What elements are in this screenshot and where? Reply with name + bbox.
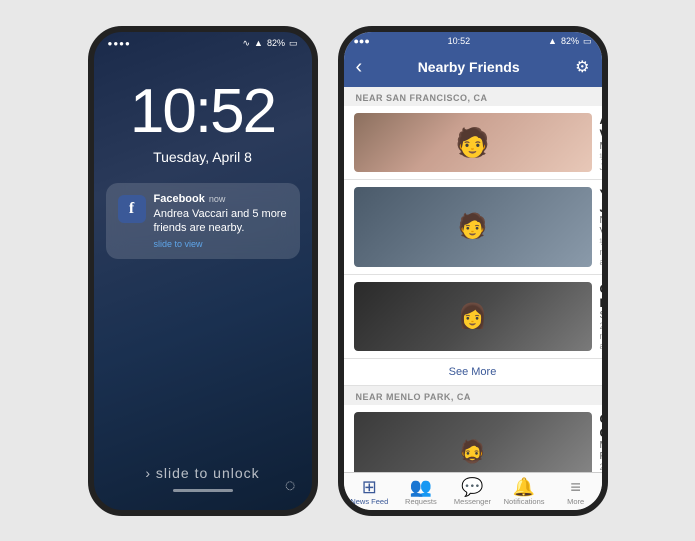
friend-location-grace: SoMa [600, 310, 602, 321]
signal-dots: ●●● [354, 36, 370, 46]
facebook-f-letter: f [129, 200, 134, 218]
avatar-andrea: 🧑 [354, 113, 592, 172]
nearby-friends-phone: ●●● 10:52 ▲ 82% ▭ ‹ Nearby Friends ⚙ NEA… [338, 26, 608, 516]
notifications-icon: 🔔 [513, 478, 535, 496]
friend-row-yuntao[interactable]: 🧑 Yuntao Jia Noe Valley ½ mi · 2 minutes… [344, 180, 602, 275]
nearby-content: NEAR SAN FRANCISCO, CA 🧑 Andrea Vaccari … [344, 87, 602, 472]
avatar-gabriel: 🧔 [354, 412, 592, 472]
friend-row-andrea[interactable]: 🧑 Andrea Vaccari Mission ½ mi · Just now… [344, 106, 602, 180]
notification-card[interactable]: f Facebook now Andrea Vaccari and 5 more… [106, 183, 300, 260]
tab-notifications[interactable]: 🔔 Notifications [498, 473, 550, 510]
tab-more[interactable]: ≡ More [550, 473, 602, 510]
messenger-icon: 💬 [461, 478, 483, 496]
tab-bar: ⊞ News Feed 👥 Requests 💬 Messenger 🔔 Not… [344, 472, 602, 510]
back-button[interactable]: ‹ [356, 56, 363, 79]
notification-slide-to-view[interactable]: slide to view [154, 239, 288, 249]
battery-label: 82% [561, 36, 579, 46]
requests-icon: 👥 [410, 478, 432, 496]
battery-icon: ▭ [583, 36, 592, 47]
friend-distance-gabriel: 26 mi · 2 minutes ago [600, 462, 602, 472]
lock-bottom-area: › slide to unlock [94, 465, 312, 510]
avatar-img-gabriel: 🧔 [459, 439, 486, 465]
facebook-app-icon: f [118, 195, 146, 223]
wifi-icon: ∿ [243, 38, 251, 49]
avatar-img-grace: 👩 [458, 302, 488, 331]
tab-notifications-label: Notifications [504, 497, 545, 506]
friend-distance-grace: 2 mi · 5 minutes ago [600, 321, 602, 351]
battery-icon: ▭ [289, 38, 298, 49]
section-label-menlo: NEAR MENLO PARK, CA [344, 386, 602, 405]
avatar-img-andrea: 🧑 [455, 126, 490, 159]
location-arrow-icon: ▲ [548, 36, 557, 46]
friend-location-andrea: Mission [600, 141, 602, 152]
news-feed-icon: ⊞ [362, 478, 377, 496]
camera-icon[interactable]: ◌ [285, 475, 296, 496]
more-icon: ≡ [570, 478, 581, 496]
fb-status-bar: ●●● 10:52 ▲ 82% ▭ [344, 32, 602, 50]
lock-indicator-bar [173, 489, 233, 492]
lock-screen-phone: ●●●● ∿ ▲ 82% ▭ 10:52 Tuesday, April 8 f … [88, 26, 318, 516]
tab-requests[interactable]: 👥 Requests [395, 473, 447, 510]
slide-to-unlock[interactable]: › slide to unlock [145, 465, 259, 481]
lock-date: Tuesday, April 8 [94, 149, 312, 165]
signal-dots: ●●●● [108, 39, 131, 48]
settings-gear-icon[interactable]: ⚙ [575, 57, 589, 77]
battery-text: 82% [267, 38, 285, 48]
tab-news-feed[interactable]: ⊞ News Feed [344, 473, 396, 510]
tab-news-feed-label: News Feed [350, 497, 388, 506]
notification-body: Andrea Vaccari and 5 more friends are ne… [154, 207, 288, 237]
avatar-yuntao: 🧑 [354, 187, 592, 267]
nav-bar: ‹ Nearby Friends ⚙ [344, 50, 602, 87]
section-label-sf: NEAR SAN FRANCISCO, CA [344, 87, 602, 106]
lock-status-bar: ●●●● ∿ ▲ 82% ▭ [94, 32, 312, 51]
nav-title: Nearby Friends [418, 59, 520, 75]
friend-distance-andrea: ½ mi · Just now [600, 152, 602, 172]
friend-info-gabriel: Gabriel Grise Menlo Park, CA 26 mi · 2 m… [600, 412, 602, 472]
friend-info-yuntao: Yuntao Jia Noe Valley ½ mi · 2 minutes a… [600, 187, 602, 267]
lock-time: 10:52 [94, 81, 312, 143]
notification-app-name: Facebook [154, 193, 205, 205]
avatar-img-yuntao: 🧑 [458, 212, 488, 241]
friend-row-grace[interactable]: 👩 Grace Ko SoMa 2 mi · 5 minutes ago ▲ [344, 275, 602, 359]
friend-location-gabriel: Menlo Park, CA [600, 440, 602, 462]
friend-info-andrea: Andrea Vaccari Mission ½ mi · Just now [600, 113, 602, 172]
status-time: 10:52 [448, 36, 471, 46]
friend-name-grace: Grace Ko [600, 282, 602, 310]
friend-info-grace: Grace Ko SoMa 2 mi · 5 minutes ago [600, 282, 602, 351]
friend-row-gabriel[interactable]: 🧔 Gabriel Grise Menlo Park, CA 26 mi · 2… [344, 405, 602, 472]
friend-name-andrea: Andrea Vaccari [600, 113, 602, 141]
see-more-button[interactable]: See More [344, 359, 602, 386]
status-icons-right: ▲ 82% ▭ [548, 36, 591, 47]
tab-messenger[interactable]: 💬 Messenger [447, 473, 499, 510]
notification-time: now [209, 194, 226, 204]
friend-name-yuntao: Yuntao Jia [600, 187, 602, 215]
friend-name-gabriel: Gabriel Grise [600, 412, 602, 440]
notification-header: Facebook now [154, 193, 288, 205]
tab-requests-label: Requests [405, 497, 437, 506]
avatar-grace: 👩 [354, 282, 592, 351]
notification-text: Facebook now Andrea Vaccari and 5 more f… [154, 193, 288, 250]
status-icons: ∿ ▲ 82% ▭ [243, 38, 298, 49]
friend-location-yuntao: Noe Valley [600, 215, 602, 237]
friend-distance-yuntao: ½ mi · 2 minutes ago [600, 237, 602, 267]
location-icon: ▲ [254, 38, 263, 48]
tab-more-label: More [567, 497, 584, 506]
tab-messenger-label: Messenger [454, 497, 491, 506]
